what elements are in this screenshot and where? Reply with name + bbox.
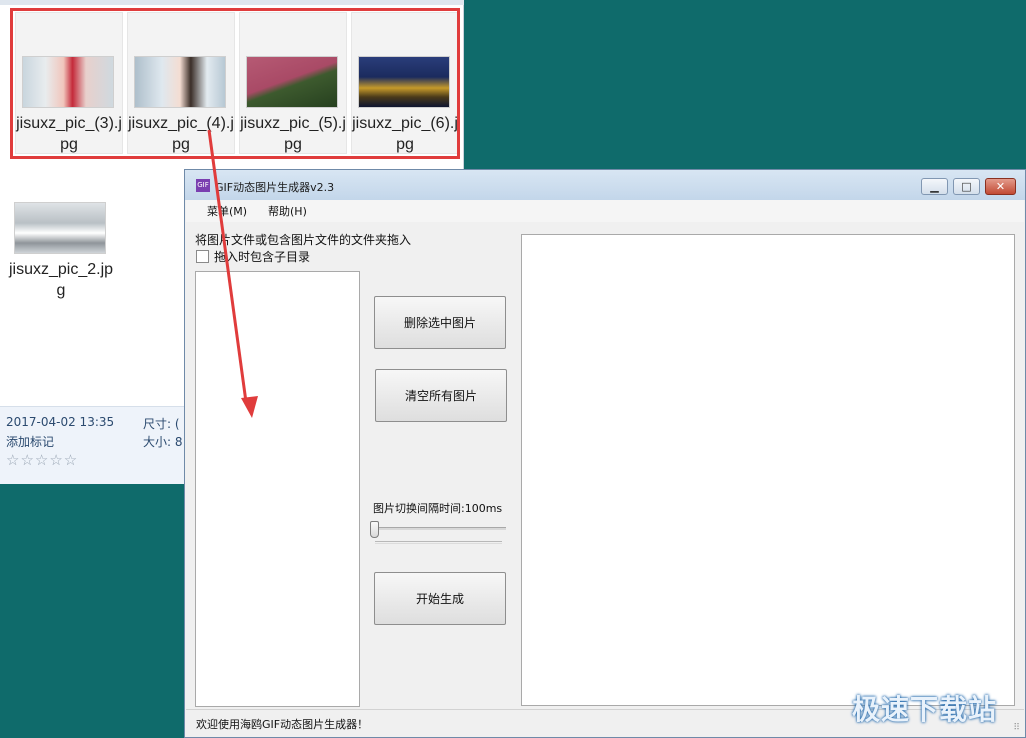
app-icon: GIF	[196, 179, 210, 192]
interval-slider-track[interactable]	[373, 527, 506, 530]
dimensions-label: 尺寸: (	[143, 417, 180, 431]
clear-all-button[interactable]: 清空所有图片	[375, 369, 507, 422]
photo-thumbnail	[14, 202, 106, 254]
thumbnail-item[interactable]: jisuxz_pic_2.jpg	[7, 158, 115, 300]
minimize-icon: ▁	[930, 180, 939, 193]
interval-label: 图片切换间隔时间:100ms	[373, 502, 503, 515]
drop-hint-text: 将图片文件或包含图片文件的文件夹拖入	[195, 233, 412, 247]
details-pane: 2017-04-02 13:35 尺寸: ( 添加标记 大小: 8 ☆☆☆☆☆	[0, 406, 184, 484]
gif-maker-window: GIF GIF动态图片生成器v2.3 ▁ □ ✕ 菜单(M) 帮助(H) 将图片…	[184, 169, 1026, 738]
selection-highlight	[10, 8, 460, 159]
thumbnail-label: jisuxz_pic_2.jpg	[8, 261, 114, 299]
maximize-icon: □	[961, 180, 972, 193]
title-bar[interactable]: GIF GIF动态图片生成器v2.3 ▁ □ ✕	[185, 170, 1025, 200]
close-button[interactable]: ✕	[985, 178, 1016, 195]
close-icon: ✕	[995, 180, 1006, 193]
resize-grip-icon[interactable]: ⠿	[1013, 723, 1020, 733]
include-subdirs-checkbox[interactable]	[196, 250, 209, 263]
add-tag-link[interactable]: 添加标记	[6, 433, 54, 450]
maximize-button[interactable]: □	[953, 178, 980, 195]
minimize-button[interactable]: ▁	[921, 178, 948, 195]
menu-bar: 菜单(M) 帮助(H)	[186, 200, 1024, 222]
window-title: GIF动态图片生成器v2.3	[215, 181, 335, 194]
image-file-list[interactable]	[195, 271, 360, 707]
date-taken: 2017-04-02 13:35	[6, 415, 115, 429]
status-text: 欢迎使用海鸥GIF动态图片生成器！	[196, 718, 369, 731]
gif-preview-area	[521, 234, 1015, 706]
watermark: 极速下载站	[852, 693, 998, 726]
delete-selected-button[interactable]: 删除选中图片	[374, 296, 506, 349]
interval-slider-thumb[interactable]	[370, 521, 379, 538]
menu-item-help[interactable]: 帮助(H)	[268, 203, 307, 219]
menu-item-menu[interactable]: 菜单(M)	[207, 203, 247, 219]
interval-slider-ticks	[375, 541, 502, 544]
rating-stars[interactable]: ☆☆☆☆☆	[6, 451, 78, 469]
include-subdirs-label[interactable]: 拖入时包含子目录	[214, 248, 310, 265]
start-generate-button[interactable]: 开始生成	[374, 572, 506, 625]
explorer-top-strip	[0, 0, 464, 5]
size-label: 大小: 8	[143, 435, 183, 449]
